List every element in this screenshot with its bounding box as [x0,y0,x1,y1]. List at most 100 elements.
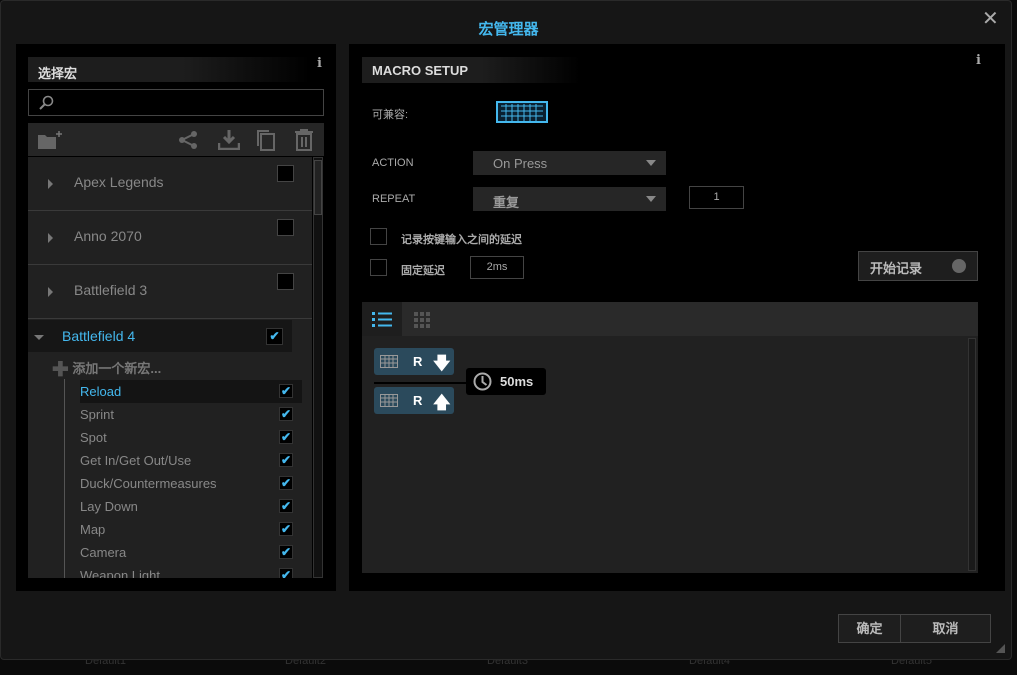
delete-icon[interactable] [294,129,314,151]
list-scrollbar[interactable] [313,157,323,578]
macro-checkbox[interactable]: ✔ [279,453,293,467]
macro-label: Duck/Countermeasures [80,476,217,491]
fixed-delay-checkbox[interactable] [370,259,387,276]
macro-item[interactable]: Duck/Countermeasures ✔ [80,472,302,495]
info-icon[interactable]: i [317,56,322,71]
fixed-delay-label: 固定延迟 [401,265,445,277]
group-label: Apex Legends [74,174,164,190]
panel-header: 选择宏 [28,57,310,82]
macro-checkbox[interactable]: ✔ [279,568,293,578]
macro-item[interactable]: Sprint ✔ [80,403,302,426]
add-folder-icon[interactable] [38,131,62,149]
group-label: Battlefield 3 [74,282,148,298]
chevron-down-icon [646,196,656,202]
repeat-value: 重复 [493,195,520,210]
group-row-apex[interactable]: Apex Legends [28,157,312,211]
window-title: 宏管理器 [478,21,539,38]
share-icon[interactable] [178,131,198,149]
event-connector [374,382,474,384]
search-input[interactable] [28,89,324,116]
delay-event[interactable]: 50ms [466,368,546,395]
group-checkbox[interactable]: ✔ [266,328,283,345]
macro-checkbox[interactable]: ✔ [279,407,293,421]
record-delay-label: 记录按键输入之间的延迟 [401,234,522,246]
macro-item[interactable]: Camera ✔ [80,541,302,564]
macro-checkbox[interactable]: ✔ [279,476,293,490]
resize-grip-icon[interactable] [996,644,1005,653]
macro-label: Spot [80,430,107,445]
list-toolbar [28,123,324,156]
macro-label: Lay Down [80,499,138,514]
action-dropdown[interactable]: On Press [473,151,666,175]
arrow-down-icon: 🡇 [433,354,451,373]
plus-icon: ✚ [52,359,69,381]
keyboard-icon [380,355,398,368]
info-icon[interactable]: i [976,53,981,68]
arrow-up-icon: 🡅 [433,393,451,412]
panel-header: MACRO SETUP [362,57,580,83]
action-label: ACTION [372,157,414,169]
delay-value: 50ms [500,374,534,389]
fixed-delay-input[interactable]: 2ms [470,256,524,279]
group-label: Battlefield 4 [62,328,136,344]
macro-editor: R 🡇 R 🡅 50ms [362,302,978,573]
macro-item[interactable]: Spot ✔ [80,426,302,449]
action-value: On Press [493,156,548,171]
close-icon[interactable]: ✕ [982,6,999,31]
key-label: R [413,393,423,408]
key-event-r-down[interactable]: R 🡇 [374,348,454,375]
macro-setup-panel: MACRO SETUP i 可兼容: ACTION On Press REPEA… [349,44,1005,591]
group-row-bf3[interactable]: Battlefield 3 [28,265,312,319]
macro-label: Get In/Get Out/Use [80,453,192,468]
chevron-down-icon [646,160,656,166]
macro-item[interactable]: Map ✔ [80,518,302,541]
group-row-anno[interactable]: Anno 2070 [28,211,312,265]
add-macro-label: 添加一个新宏... [72,360,162,376]
repeat-dropdown[interactable]: 重复 [473,187,666,211]
search-icon [39,95,54,110]
group-row-bf4[interactable]: Battlefield 4 ✔ [28,320,292,352]
macro-item[interactable]: Weapon Light ✔ [80,564,302,578]
key-label: R [413,354,423,369]
record-delay-checkbox[interactable] [370,228,387,245]
macro-label: Weapon Light [80,568,160,578]
macro-label: Reload [80,384,122,399]
key-event-r-up[interactable]: R 🡅 [374,387,454,414]
macro-item[interactable]: Get In/Get Out/Use ✔ [80,449,302,472]
copy-icon[interactable] [256,129,276,151]
macro-item[interactable]: Lay Down ✔ [80,495,302,518]
tab-list-view[interactable] [362,302,402,336]
macro-item-reload[interactable]: Reload ✔ [80,380,302,403]
ok-button[interactable]: 确定 [838,614,901,643]
import-icon[interactable] [218,130,240,150]
clock-icon [473,372,492,391]
grid-view-icon[interactable] [414,312,430,328]
macro-checkbox[interactable]: ✔ [279,545,293,559]
macro-list: Apex Legends Anno 2070 Battlefield 3 Bat… [28,157,312,578]
macro-label: Sprint [80,407,114,422]
group-label: Anno 2070 [74,228,142,244]
macro-label: Map [80,522,106,537]
group-checkbox[interactable] [277,273,294,290]
keyboard-icon [380,394,398,407]
editor-scrollbar[interactable] [968,338,976,571]
macro-checkbox[interactable]: ✔ [279,384,293,398]
macro-checkbox[interactable]: ✔ [279,499,293,513]
keyboard-icon [496,101,548,123]
list-view-icon [372,312,392,327]
macro-label: Camera [80,545,127,560]
start-record-button[interactable]: 开始记录 [858,251,978,281]
macro-checkbox[interactable]: ✔ [279,522,293,536]
start-record-label: 开始记录 [870,261,923,276]
chevron-down-icon [34,335,44,340]
cancel-button[interactable]: 取消 [900,614,991,643]
tree-line [64,379,65,578]
group-checkbox[interactable] [277,165,294,182]
add-macro-button[interactable]: ✚ 添加一个新宏... [52,357,161,382]
repeat-count-input[interactable]: 1 [689,186,744,209]
macro-checkbox[interactable]: ✔ [279,430,293,444]
group-checkbox[interactable] [277,219,294,236]
record-indicator-icon [952,259,966,273]
editor-tabs [362,302,978,336]
macro-select-panel: 选择宏 i Apex Legends Anno 2070 Battlefield… [16,44,336,591]
